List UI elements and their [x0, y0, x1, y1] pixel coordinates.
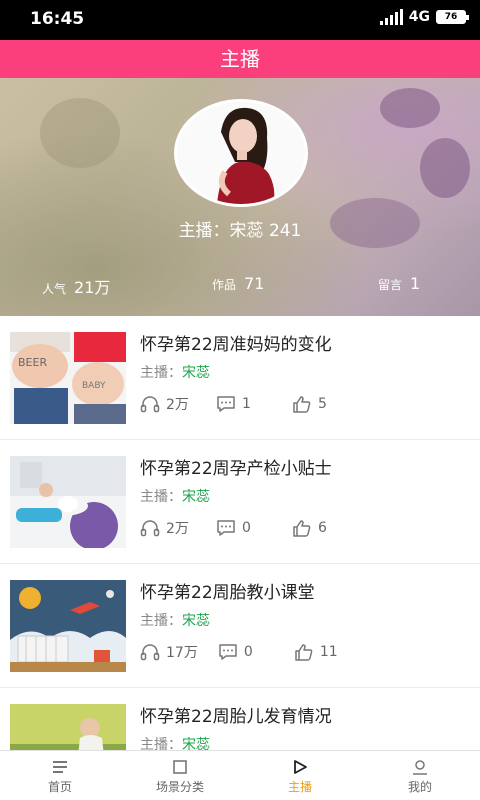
- play-count-value: 2万: [166, 397, 189, 413]
- thumbs-up-icon: [293, 520, 311, 537]
- host-label: 主播：: [140, 489, 182, 505]
- nursery-image: [10, 580, 126, 672]
- program-host: 主播：宋蕊: [140, 734, 210, 750]
- yoga-ball-image: [10, 456, 126, 548]
- comment-icon: [219, 644, 237, 660]
- program-item[interactable]: 怀孕第22周胎教小课堂 主播：宋蕊 17万 0 11: [0, 564, 480, 688]
- background-blossom: [420, 138, 470, 198]
- background-blossom: [40, 98, 120, 168]
- like-count-value: 6: [318, 520, 327, 536]
- stat-messages: 留言 1: [378, 274, 420, 293]
- comment-count[interactable]: 1: [216, 394, 272, 414]
- program-host: 主播：宋蕊: [140, 610, 210, 630]
- network-type: 4G: [408, 9, 430, 25]
- comment-count[interactable]: 0: [218, 642, 274, 662]
- host-label: 主播：: [140, 613, 182, 629]
- status-time: 16:45: [30, 9, 85, 29]
- program-item[interactable]: 怀孕第22周孕产检小贴士 主播：宋蕊 2万 0 6: [0, 440, 480, 564]
- program-thumbnail: [10, 704, 126, 750]
- play-count: 2万: [140, 518, 196, 538]
- program-title: 怀孕第22周胎教小课堂: [140, 583, 315, 603]
- stat-value: 71: [244, 274, 265, 293]
- stat-value: 21万: [74, 278, 111, 297]
- play-count-value: 2万: [166, 521, 189, 537]
- tab-anchor[interactable]: 主播: [240, 751, 360, 800]
- program-host: 主播：宋蕊: [140, 486, 210, 506]
- thumbs-up-icon: [293, 396, 311, 413]
- stat-label: 留言: [378, 278, 403, 292]
- program-item[interactable]: BEER BABY 怀孕第22周准妈妈的变化 主播：宋蕊 2万 1 5: [0, 316, 480, 440]
- tab-label: 我的: [407, 780, 432, 794]
- program-item[interactable]: 怀孕第22周胎儿发育情况 主播：宋蕊: [0, 688, 480, 750]
- background-blossom: [380, 88, 440, 128]
- tab-home[interactable]: 首页: [0, 751, 120, 800]
- host-name[interactable]: 宋蕊: [182, 489, 210, 505]
- comment-icon: [217, 396, 235, 412]
- page-title: 主播: [220, 47, 260, 71]
- comment-count-value: 1: [242, 396, 251, 412]
- comment-icon: [217, 520, 235, 536]
- belly-image: BEER BABY: [10, 332, 126, 424]
- battery-icon: 76: [436, 10, 469, 24]
- nature-image: [10, 704, 126, 750]
- play-count: 2万: [140, 394, 196, 414]
- program-title: 怀孕第22周胎儿发育情况: [140, 707, 332, 727]
- program-title: 怀孕第22周准妈妈的变化: [140, 335, 332, 355]
- tab-label: 主播: [287, 780, 312, 794]
- program-thumbnail: [10, 456, 126, 548]
- headphones-icon: [140, 396, 160, 413]
- play-count: 17万: [140, 642, 198, 662]
- tab-label: 首页: [47, 780, 72, 794]
- stat-works: 作品 71: [212, 274, 264, 293]
- bottom-tab-bar: 首页 场景分类 主播 我的: [0, 750, 480, 800]
- anchor-avatar[interactable]: [174, 99, 308, 207]
- avatar-portrait: [177, 102, 305, 204]
- anchor-name: 主播：宋蕊 241: [178, 221, 302, 241]
- square-icon: [173, 760, 187, 774]
- stat-popularity: 人气 21万: [42, 274, 110, 298]
- comment-count-value: 0: [243, 644, 253, 660]
- program-list[interactable]: BEER BABY 怀孕第22周准妈妈的变化 主播：宋蕊 2万 1 5 怀孕第2…: [0, 316, 480, 750]
- play-count-value: 17万: [166, 645, 198, 661]
- stat-value: 1: [410, 274, 421, 293]
- comment-count-value: 0: [242, 520, 251, 536]
- headphones-icon: [140, 520, 160, 537]
- tab-mine[interactable]: 我的: [360, 751, 480, 800]
- like-count-value: 5: [318, 396, 327, 412]
- host-name[interactable]: 宋蕊: [182, 737, 210, 750]
- host-label: 主播：: [140, 737, 182, 750]
- tab-label: 场景分类: [155, 780, 204, 794]
- program-thumbnail: [10, 580, 126, 672]
- title-bar: 主播: [0, 40, 480, 78]
- program-metrics: 2万 1 5: [140, 394, 348, 414]
- comment-count[interactable]: 0: [216, 518, 272, 538]
- program-thumbnail: BEER BABY: [10, 332, 126, 424]
- tab-scene-categories[interactable]: 场景分类: [120, 751, 240, 800]
- svg-text:BABY: BABY: [82, 381, 106, 391]
- program-title: 怀孕第22周孕产检小贴士: [140, 459, 332, 479]
- status-indicators: 4G 76: [379, 9, 469, 25]
- like-count[interactable]: 11: [294, 642, 350, 662]
- anchor-header: 主播：宋蕊 241 人气 21万 作品 71 留言 1: [0, 78, 480, 316]
- like-count[interactable]: 5: [292, 394, 348, 414]
- stat-label: 人气: [42, 282, 67, 296]
- program-host: 主播：宋蕊: [140, 362, 210, 382]
- program-metrics: 2万 0 6: [140, 518, 348, 538]
- host-name[interactable]: 宋蕊: [182, 613, 210, 629]
- status-bar: 16:45 4G 76: [0, 0, 480, 40]
- headphones-icon: [140, 644, 160, 661]
- program-metrics: 17万 0 11: [140, 642, 350, 662]
- like-count-value: 11: [319, 644, 338, 660]
- person-icon: [413, 760, 427, 775]
- like-count[interactable]: 6: [292, 518, 348, 538]
- svg-text:BEER: BEER: [18, 356, 47, 369]
- thumbs-up-icon: [295, 644, 313, 661]
- signal-icon: [379, 9, 403, 25]
- play-icon: [294, 760, 307, 774]
- host-name[interactable]: 宋蕊: [182, 365, 210, 381]
- stat-label: 作品: [212, 278, 237, 292]
- menu-icon: [53, 761, 67, 773]
- host-label: 主播：: [140, 365, 182, 381]
